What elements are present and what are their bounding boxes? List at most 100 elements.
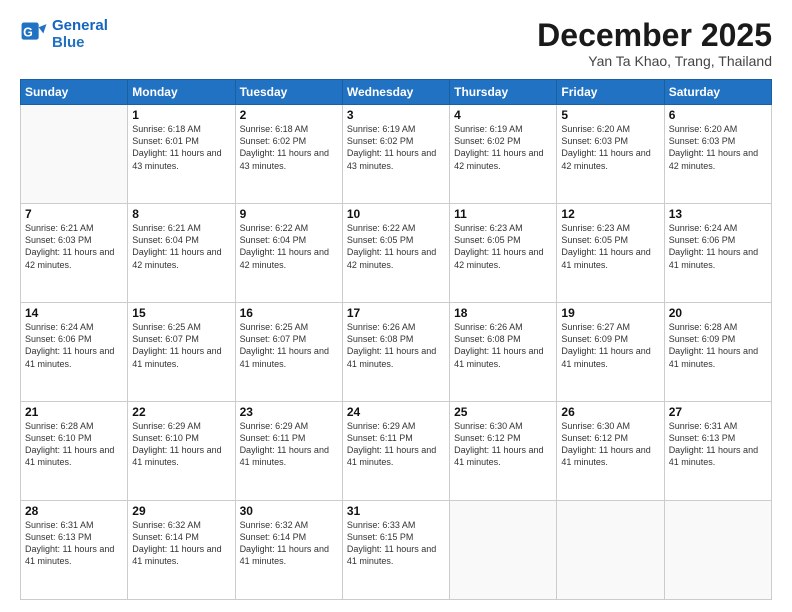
- calendar-cell: [450, 501, 557, 600]
- day-info: Sunrise: 6:29 AM Sunset: 6:11 PM Dayligh…: [240, 420, 338, 469]
- day-number: 7: [25, 207, 123, 221]
- header: G General Blue December 2025 Yan Ta Khao…: [20, 18, 772, 69]
- day-info: Sunrise: 6:24 AM Sunset: 6:06 PM Dayligh…: [25, 321, 123, 370]
- calendar-cell: [557, 501, 664, 600]
- calendar-cell: 18 Sunrise: 6:26 AM Sunset: 6:08 PM Dayl…: [450, 303, 557, 402]
- calendar-cell: 24 Sunrise: 6:29 AM Sunset: 6:11 PM Dayl…: [342, 402, 449, 501]
- day-info: Sunrise: 6:29 AM Sunset: 6:11 PM Dayligh…: [347, 420, 445, 469]
- day-info: Sunrise: 6:18 AM Sunset: 6:02 PM Dayligh…: [240, 123, 338, 172]
- day-number: 9: [240, 207, 338, 221]
- day-info: Sunrise: 6:23 AM Sunset: 6:05 PM Dayligh…: [561, 222, 659, 271]
- calendar-cell: 23 Sunrise: 6:29 AM Sunset: 6:11 PM Dayl…: [235, 402, 342, 501]
- calendar-cell: 20 Sunrise: 6:28 AM Sunset: 6:09 PM Dayl…: [664, 303, 771, 402]
- calendar-week: 21 Sunrise: 6:28 AM Sunset: 6:10 PM Dayl…: [21, 402, 772, 501]
- day-number: 4: [454, 108, 552, 122]
- day-info: Sunrise: 6:22 AM Sunset: 6:04 PM Dayligh…: [240, 222, 338, 271]
- calendar-cell: 22 Sunrise: 6:29 AM Sunset: 6:10 PM Dayl…: [128, 402, 235, 501]
- day-info: Sunrise: 6:19 AM Sunset: 6:02 PM Dayligh…: [454, 123, 552, 172]
- day-of-week-header: Thursday: [450, 80, 557, 105]
- day-info: Sunrise: 6:21 AM Sunset: 6:04 PM Dayligh…: [132, 222, 230, 271]
- calendar-cell: 2 Sunrise: 6:18 AM Sunset: 6:02 PM Dayli…: [235, 105, 342, 204]
- calendar-cell: 9 Sunrise: 6:22 AM Sunset: 6:04 PM Dayli…: [235, 204, 342, 303]
- day-number: 20: [669, 306, 767, 320]
- day-info: Sunrise: 6:33 AM Sunset: 6:15 PM Dayligh…: [347, 519, 445, 568]
- calendar-cell: 27 Sunrise: 6:31 AM Sunset: 6:13 PM Dayl…: [664, 402, 771, 501]
- day-number: 18: [454, 306, 552, 320]
- day-info: Sunrise: 6:24 AM Sunset: 6:06 PM Dayligh…: [669, 222, 767, 271]
- day-of-week-header: Saturday: [664, 80, 771, 105]
- day-info: Sunrise: 6:31 AM Sunset: 6:13 PM Dayligh…: [25, 519, 123, 568]
- calendar-cell: 14 Sunrise: 6:24 AM Sunset: 6:06 PM Dayl…: [21, 303, 128, 402]
- title-block: December 2025 Yan Ta Khao, Trang, Thaila…: [537, 18, 772, 69]
- day-info: Sunrise: 6:18 AM Sunset: 6:01 PM Dayligh…: [132, 123, 230, 172]
- day-info: Sunrise: 6:32 AM Sunset: 6:14 PM Dayligh…: [132, 519, 230, 568]
- day-number: 30: [240, 504, 338, 518]
- location: Yan Ta Khao, Trang, Thailand: [537, 53, 772, 69]
- calendar-week: 1 Sunrise: 6:18 AM Sunset: 6:01 PM Dayli…: [21, 105, 772, 204]
- day-number: 15: [132, 306, 230, 320]
- day-number: 3: [347, 108, 445, 122]
- day-number: 10: [347, 207, 445, 221]
- calendar-cell: 28 Sunrise: 6:31 AM Sunset: 6:13 PM Dayl…: [21, 501, 128, 600]
- day-number: 22: [132, 405, 230, 419]
- calendar-week: 28 Sunrise: 6:31 AM Sunset: 6:13 PM Dayl…: [21, 501, 772, 600]
- calendar-cell: 13 Sunrise: 6:24 AM Sunset: 6:06 PM Dayl…: [664, 204, 771, 303]
- calendar-cell: 5 Sunrise: 6:20 AM Sunset: 6:03 PM Dayli…: [557, 105, 664, 204]
- calendar-cell: 19 Sunrise: 6:27 AM Sunset: 6:09 PM Dayl…: [557, 303, 664, 402]
- day-number: 26: [561, 405, 659, 419]
- calendar-cell: 4 Sunrise: 6:19 AM Sunset: 6:02 PM Dayli…: [450, 105, 557, 204]
- day-info: Sunrise: 6:31 AM Sunset: 6:13 PM Dayligh…: [669, 420, 767, 469]
- logo: G General Blue: [20, 18, 108, 51]
- calendar-cell: 25 Sunrise: 6:30 AM Sunset: 6:12 PM Dayl…: [450, 402, 557, 501]
- day-number: 29: [132, 504, 230, 518]
- day-of-week-header: Tuesday: [235, 80, 342, 105]
- day-number: 24: [347, 405, 445, 419]
- day-number: 28: [25, 504, 123, 518]
- calendar-cell: 7 Sunrise: 6:21 AM Sunset: 6:03 PM Dayli…: [21, 204, 128, 303]
- day-number: 1: [132, 108, 230, 122]
- svg-text:G: G: [23, 25, 33, 39]
- calendar-cell: 31 Sunrise: 6:33 AM Sunset: 6:15 PM Dayl…: [342, 501, 449, 600]
- day-info: Sunrise: 6:22 AM Sunset: 6:05 PM Dayligh…: [347, 222, 445, 271]
- day-info: Sunrise: 6:32 AM Sunset: 6:14 PM Dayligh…: [240, 519, 338, 568]
- calendar-cell: 26 Sunrise: 6:30 AM Sunset: 6:12 PM Dayl…: [557, 402, 664, 501]
- calendar-cell: 15 Sunrise: 6:25 AM Sunset: 6:07 PM Dayl…: [128, 303, 235, 402]
- day-number: 2: [240, 108, 338, 122]
- day-number: 17: [347, 306, 445, 320]
- logo-line2: Blue: [52, 34, 85, 51]
- day-of-week-header: Wednesday: [342, 80, 449, 105]
- day-number: 6: [669, 108, 767, 122]
- day-number: 16: [240, 306, 338, 320]
- day-of-week-header: Monday: [128, 80, 235, 105]
- day-number: 27: [669, 405, 767, 419]
- day-info: Sunrise: 6:28 AM Sunset: 6:10 PM Dayligh…: [25, 420, 123, 469]
- calendar-cell: [21, 105, 128, 204]
- day-info: Sunrise: 6:20 AM Sunset: 6:03 PM Dayligh…: [669, 123, 767, 172]
- calendar-cell: 1 Sunrise: 6:18 AM Sunset: 6:01 PM Dayli…: [128, 105, 235, 204]
- day-info: Sunrise: 6:19 AM Sunset: 6:02 PM Dayligh…: [347, 123, 445, 172]
- calendar: SundayMondayTuesdayWednesdayThursdayFrid…: [20, 79, 772, 600]
- page: G General Blue December 2025 Yan Ta Khao…: [0, 0, 792, 612]
- day-number: 13: [669, 207, 767, 221]
- calendar-cell: 29 Sunrise: 6:32 AM Sunset: 6:14 PM Dayl…: [128, 501, 235, 600]
- day-info: Sunrise: 6:26 AM Sunset: 6:08 PM Dayligh…: [347, 321, 445, 370]
- day-info: Sunrise: 6:26 AM Sunset: 6:08 PM Dayligh…: [454, 321, 552, 370]
- day-number: 14: [25, 306, 123, 320]
- logo-text: General Blue: [52, 18, 108, 51]
- day-number: 11: [454, 207, 552, 221]
- calendar-week: 7 Sunrise: 6:21 AM Sunset: 6:03 PM Dayli…: [21, 204, 772, 303]
- day-info: Sunrise: 6:21 AM Sunset: 6:03 PM Dayligh…: [25, 222, 123, 271]
- day-number: 5: [561, 108, 659, 122]
- day-info: Sunrise: 6:23 AM Sunset: 6:05 PM Dayligh…: [454, 222, 552, 271]
- logo-icon: G: [20, 21, 48, 49]
- day-of-week-header: Sunday: [21, 80, 128, 105]
- day-number: 12: [561, 207, 659, 221]
- calendar-week: 14 Sunrise: 6:24 AM Sunset: 6:06 PM Dayl…: [21, 303, 772, 402]
- day-info: Sunrise: 6:29 AM Sunset: 6:10 PM Dayligh…: [132, 420, 230, 469]
- calendar-cell: 11 Sunrise: 6:23 AM Sunset: 6:05 PM Dayl…: [450, 204, 557, 303]
- calendar-cell: [664, 501, 771, 600]
- day-number: 25: [454, 405, 552, 419]
- day-info: Sunrise: 6:25 AM Sunset: 6:07 PM Dayligh…: [240, 321, 338, 370]
- logo-line1: General: [52, 17, 108, 34]
- day-info: Sunrise: 6:27 AM Sunset: 6:09 PM Dayligh…: [561, 321, 659, 370]
